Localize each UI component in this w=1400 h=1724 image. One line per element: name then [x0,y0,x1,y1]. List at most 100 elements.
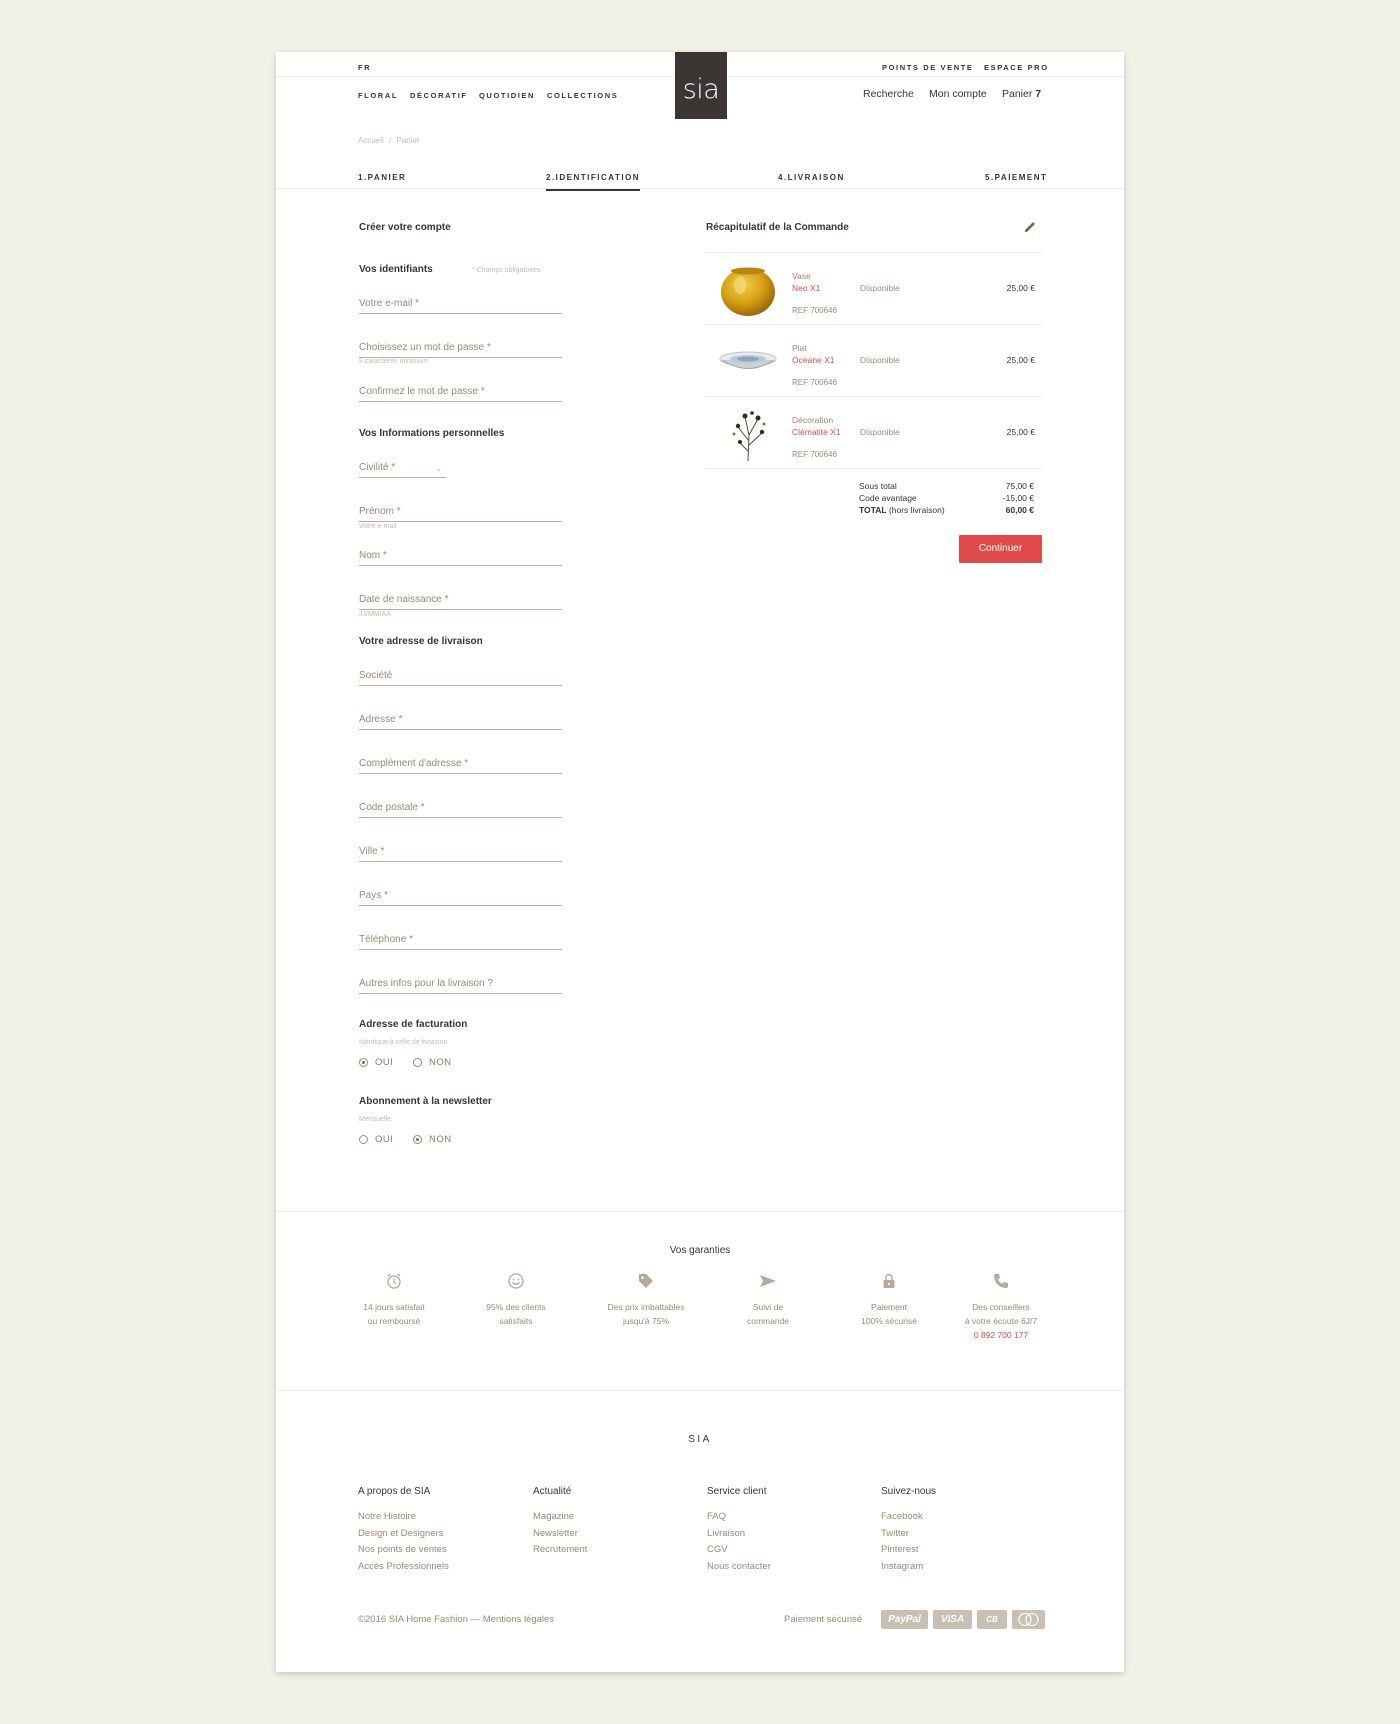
sia-logo[interactable]: sia [675,52,727,119]
step-panier[interactable]: 1.PANIER [358,173,406,182]
item-name[interactable]: Oceane X1 [792,355,835,365]
zip-field[interactable]: Code postale * [359,796,562,818]
civility-select[interactable]: Civilité * ⌄ [359,456,446,478]
birthdate-field[interactable]: Date de naissance * [359,588,562,610]
footer-link[interactable]: Nous contacter [707,1561,877,1578]
guarantee-line1: Des conseillers [972,1302,1030,1312]
item-name[interactable]: Neo X1 [792,283,820,293]
edit-pencil-icon[interactable] [1023,220,1037,234]
footer-column-about: A propos de SIA Notre Histoire Design et… [358,1486,528,1577]
account-link[interactable]: Mon compte [929,88,987,100]
footer-link[interactable]: Livraison [707,1528,877,1545]
total-value: 60,00 € [1005,505,1034,515]
footer-column-title: A propos de SIA [358,1486,431,1497]
subtotal-label: Sous total [859,481,897,491]
blue-plate-thumbnail [718,333,778,389]
cart-item: Plat Oceane X1 REF 700646 Disponible 25,… [706,324,1043,396]
breadcrumb: Accueil / Panier [358,136,420,145]
firstname-field[interactable]: Prénom * [359,500,562,522]
step-paiement[interactable]: 5.PAIEMENT [985,173,1047,182]
footer-link[interactable]: Magazine [533,1511,703,1528]
item-availability: Disponible [860,427,900,437]
flower-branch-thumbnail [718,405,778,462]
item-ref: REF 700646 [792,378,837,387]
required-note: * Champs obligatoires [472,267,541,274]
company-field[interactable]: Société [359,664,562,686]
total-suffix: (hors livraison) [886,505,945,515]
footer-link[interactable]: Newsletter [533,1528,703,1545]
firstname-hint: Votre e-mail [359,523,397,530]
footer-link[interactable]: Recrutement [533,1544,703,1561]
guarantee-line1: Suivi de [752,1302,784,1312]
zip-label: Code postale * [359,802,425,813]
billing-yes-radio[interactable] [359,1058,368,1067]
newsletter-yes-radio[interactable] [359,1135,368,1144]
footer-link[interactable]: Instagram [881,1561,1051,1578]
address-complement-field[interactable]: Complément d'adresse * [359,752,562,774]
cart-item: Décoration Clématite X1 REF 700646 Dispo… [706,396,1043,468]
footer-link[interactable]: Nos points de ventes [358,1544,528,1561]
password-field[interactable]: Choisissez un mot de passe * [359,336,562,358]
nav-decoratif[interactable]: DÉCORATIF [410,91,468,100]
item-name[interactable]: Clématite X1 [792,427,841,437]
yellow-vase-thumbnail [718,261,778,317]
billing-hint: Identique à celle de livraison [359,1039,448,1046]
page-card: FR POINTS DE VENTE ESPACE PRO sia FLORAL… [276,52,1124,1672]
footer-link[interactable]: Pinterest [881,1544,1051,1561]
footer-link[interactable]: Twitter [881,1528,1051,1545]
billing-yes-label[interactable]: OUI [375,1057,393,1068]
personal-info-title: Vos Informations personnelles [359,428,505,439]
newsletter-no-label[interactable]: NON [429,1134,452,1145]
newsletter-hint: Mensuelle [359,1116,391,1123]
item-category: Vase [792,271,811,281]
support-phone-number[interactable]: 0 892 700 177 [946,1328,1056,1342]
guarantee-line2: commande [746,1316,790,1326]
country-label: Pays * [359,890,388,901]
footer-link[interactable]: Design et Designers [358,1528,528,1545]
nav-floral[interactable]: FLORAL [358,91,398,100]
cart-link[interactable]: Panier 7 [1002,88,1041,100]
guarantee-line1: Des prix imbattables [607,1302,685,1312]
footer-link[interactable]: Notre Histoire [358,1511,528,1528]
copyright[interactable]: ©2016 SIA Home Fashion — Mentions légale… [358,1614,554,1625]
billing-no-label[interactable]: NON [429,1057,452,1068]
delivery-info-label: Autres infos pour la livraison ? [359,978,493,989]
newsletter-yes-label[interactable]: OUI [375,1134,393,1145]
city-field[interactable]: Ville * [359,840,562,862]
footer-link[interactable]: Facebook [881,1511,1051,1528]
city-label: Ville * [359,846,385,857]
newsletter-no-radio[interactable] [413,1135,422,1144]
promo-value: -15,00 € [1002,493,1034,503]
top-link-espace-pro[interactable]: ESPACE PRO [984,63,1049,72]
footer-link[interactable]: FAQ [707,1511,877,1528]
breadcrumb-cart[interactable]: Panier [397,136,420,145]
guarantee-line1: Paiement [871,1302,907,1312]
step-livraison[interactable]: 4.LIVRAISON [778,173,845,182]
footer-column-title: Service client [707,1486,767,1497]
nav-collections[interactable]: COLLECTIONS [547,91,618,100]
address-complement-label: Complément d'adresse * [359,758,469,769]
billing-no-radio[interactable] [413,1058,422,1067]
footer-link[interactable]: CGV [707,1544,877,1561]
nav-quotidien[interactable]: QUOTIDIEN [479,91,535,100]
phone-field[interactable]: Téléphone * [359,928,562,950]
paypal-icon: PayPal [881,1610,928,1629]
lastname-label: Nom * [359,550,387,561]
country-field[interactable]: Pays * [359,884,562,906]
item-price: 25,00 € [1006,283,1035,293]
email-field[interactable]: Votre e-mail * [359,292,562,314]
create-account-title: Créer votre compte [359,222,451,233]
continue-button[interactable]: Continuer [959,535,1042,563]
lastname-field[interactable]: Nom * [359,544,562,566]
delivery-info-field[interactable]: Autres infos pour la livraison ? [359,972,562,994]
top-link-points-de-vente[interactable]: POINTS DE VENTE [882,63,974,72]
phone-label: Téléphone * [359,934,413,945]
footer-link[interactable]: Accès Professionnels [358,1561,528,1578]
address-field[interactable]: Adresse * [359,708,562,730]
delivery-address-title: Votre adresse de livraison [359,636,483,647]
breadcrumb-home[interactable]: Accueil [358,136,384,145]
language-selector[interactable]: FR [358,63,371,72]
confirm-password-field[interactable]: Confirmez le mot de passe * [359,380,562,402]
search-link[interactable]: Recherche [863,88,914,100]
phone-icon [994,1274,1008,1288]
